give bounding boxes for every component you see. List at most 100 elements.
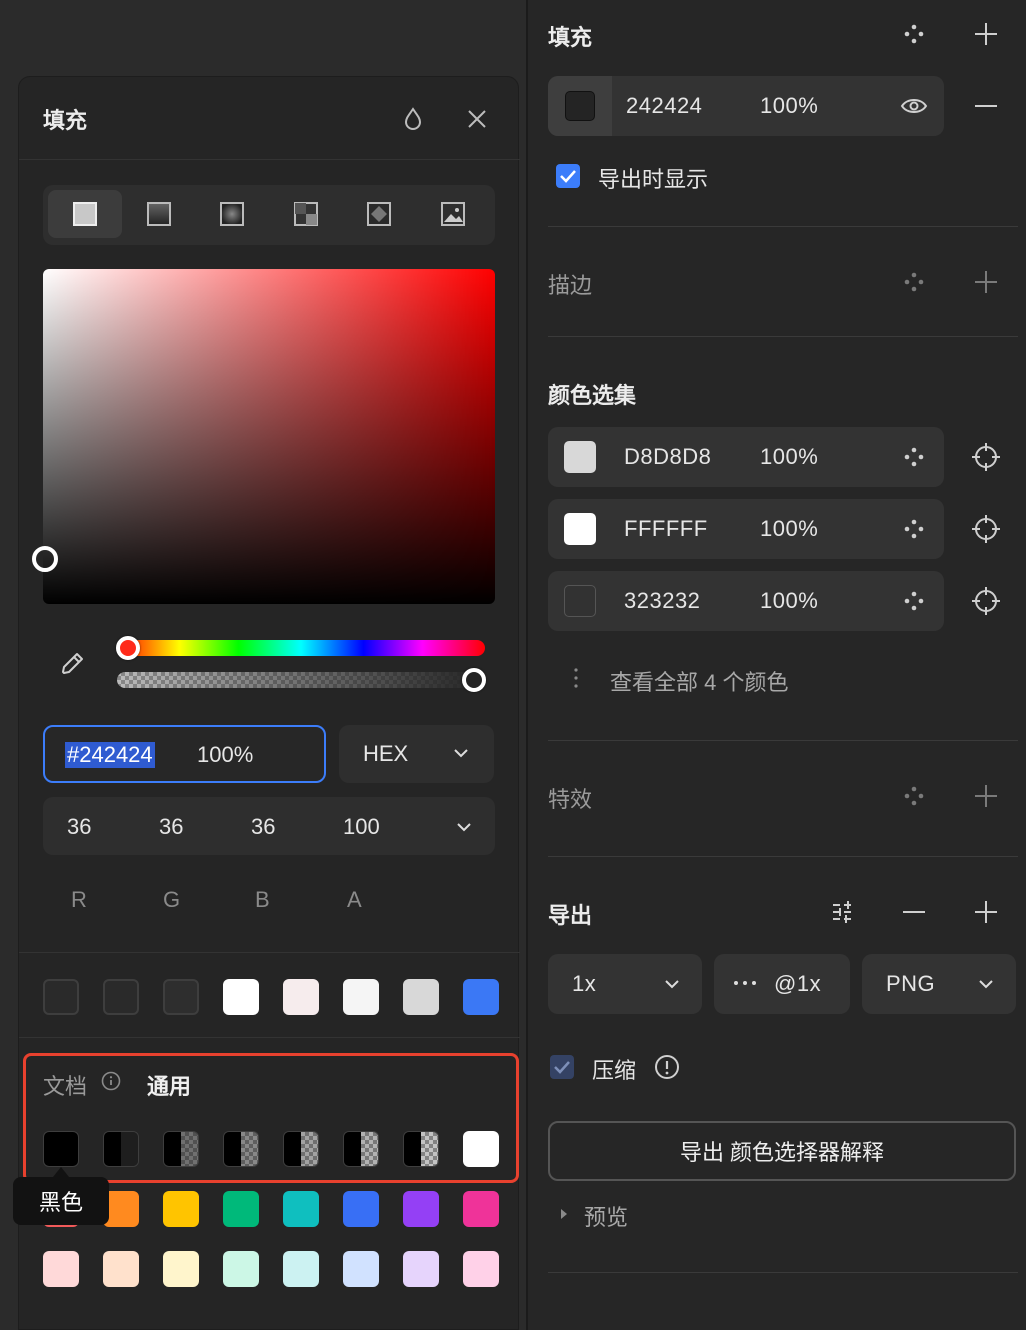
recent-color-swatch[interactable] xyxy=(343,979,379,1015)
selection-color-row[interactable]: FFFFFF 100% xyxy=(548,499,944,559)
fill-row[interactable]: 242424 100% xyxy=(548,76,944,136)
color-swatch[interactable] xyxy=(564,513,596,545)
more-horizontal-icon[interactable] xyxy=(732,976,758,995)
library-swatch[interactable] xyxy=(403,1191,439,1227)
library-swatch[interactable] xyxy=(163,1191,199,1227)
blend-mode-icon[interactable] xyxy=(399,105,427,133)
caret-right-icon[interactable] xyxy=(558,1206,570,1227)
export-scale-select[interactable]: 1x xyxy=(548,954,702,1014)
library-swatch[interactable] xyxy=(223,1251,259,1287)
recent-color-swatch[interactable] xyxy=(223,979,259,1015)
library-swatch[interactable] xyxy=(43,1251,79,1287)
hue-slider-thumb[interactable] xyxy=(116,636,140,660)
style-grid-icon[interactable] xyxy=(898,266,930,298)
library-swatch[interactable] xyxy=(283,1251,319,1287)
library-swatch[interactable] xyxy=(163,1131,199,1167)
color-hex[interactable]: D8D8D8 xyxy=(624,444,711,470)
library-swatch[interactable] xyxy=(463,1191,499,1227)
eye-icon[interactable] xyxy=(898,90,930,122)
add-stroke-icon[interactable] xyxy=(970,266,1002,298)
library-swatch[interactable] xyxy=(403,1131,439,1167)
chevron-down-icon[interactable] xyxy=(454,817,474,842)
rgba-inputs[interactable]: 36 36 36 100 xyxy=(43,797,495,855)
export-visible-checkbox[interactable] xyxy=(556,164,580,188)
library-swatch[interactable] xyxy=(343,1191,379,1227)
color-opacity[interactable]: 100% xyxy=(760,588,818,614)
color-hex[interactable]: 323232 xyxy=(624,588,700,614)
eyedropper-icon[interactable] xyxy=(57,649,87,679)
preview-toggle[interactable]: 预览 xyxy=(584,1200,628,1232)
library-swatch-white[interactable] xyxy=(463,1131,499,1167)
color-swatch[interactable] xyxy=(564,441,596,473)
selection-color-row[interactable]: D8D8D8 100% xyxy=(548,427,944,487)
remove-export-icon[interactable] xyxy=(898,896,930,928)
color-opacity[interactable]: 100% xyxy=(760,516,818,542)
recent-color-swatch[interactable] xyxy=(463,979,499,1015)
hex-input[interactable]: #242424 100% xyxy=(43,725,326,783)
fill-opacity[interactable]: 100% xyxy=(760,93,818,119)
target-icon[interactable] xyxy=(970,585,1002,617)
add-fill-icon[interactable] xyxy=(970,18,1002,50)
library-swatch[interactable] xyxy=(103,1251,139,1287)
style-grid-icon[interactable] xyxy=(898,780,930,812)
library-swatch[interactable] xyxy=(103,1131,139,1167)
settings-sliders-icon[interactable] xyxy=(828,896,860,928)
library-swatch[interactable] xyxy=(223,1191,259,1227)
add-effect-icon[interactable] xyxy=(970,780,1002,812)
info-icon[interactable] xyxy=(101,1071,121,1096)
style-grid-icon[interactable] xyxy=(898,513,930,545)
export-suffix-input[interactable]: @1x xyxy=(714,954,850,1014)
color-format-select[interactable]: HEX xyxy=(339,725,494,783)
library-swatch[interactable] xyxy=(403,1251,439,1287)
recent-color-swatch[interactable] xyxy=(163,979,199,1015)
solid-fill-icon[interactable] xyxy=(48,190,122,238)
fill-swatch[interactable] xyxy=(565,91,595,121)
saturation-value-area[interactable] xyxy=(43,269,495,604)
recent-color-swatch[interactable] xyxy=(103,979,139,1015)
tab-general[interactable]: 通用 xyxy=(147,1069,191,1101)
tab-document[interactable]: 文档 xyxy=(43,1069,87,1101)
compress-checkbox[interactable] xyxy=(550,1055,574,1079)
library-swatch[interactable] xyxy=(343,1251,379,1287)
alpha-value[interactable]: 100 xyxy=(343,814,380,840)
style-grid-icon[interactable] xyxy=(898,441,930,473)
close-icon[interactable] xyxy=(463,105,491,133)
library-swatch[interactable] xyxy=(463,1251,499,1287)
color-opacity[interactable]: 100% xyxy=(760,444,818,470)
target-icon[interactable] xyxy=(970,513,1002,545)
style-grid-icon[interactable] xyxy=(898,585,930,617)
linear-gradient-icon[interactable] xyxy=(122,190,196,238)
library-swatch[interactable] xyxy=(343,1131,379,1167)
export-button[interactable]: 导出 颜色选择器解释 xyxy=(548,1121,1016,1181)
selection-color-row[interactable]: 323232 100% xyxy=(548,571,944,631)
recent-color-swatch[interactable] xyxy=(43,979,79,1015)
style-grid-icon[interactable] xyxy=(898,18,930,50)
view-all-colors-link[interactable]: 查看全部 4 个颜色 xyxy=(610,665,788,697)
green-value[interactable]: 36 xyxy=(159,814,183,840)
alpha-slider[interactable] xyxy=(117,672,485,688)
library-swatch[interactable] xyxy=(223,1131,259,1167)
radial-gradient-icon[interactable] xyxy=(195,190,269,238)
recent-color-swatch[interactable] xyxy=(403,979,439,1015)
color-swatch[interactable] xyxy=(564,585,596,617)
blue-value[interactable]: 36 xyxy=(251,814,275,840)
recent-color-swatch[interactable] xyxy=(283,979,319,1015)
alert-icon[interactable] xyxy=(654,1054,680,1085)
library-swatch[interactable] xyxy=(163,1251,199,1287)
remove-fill-icon[interactable] xyxy=(970,90,1002,122)
alpha-slider-thumb[interactable] xyxy=(462,668,486,692)
image-fill-icon[interactable] xyxy=(416,190,490,238)
hue-slider[interactable] xyxy=(117,640,485,656)
color-hex[interactable]: FFFFFF xyxy=(624,516,708,542)
diamond-gradient-icon[interactable] xyxy=(342,190,416,238)
library-swatch[interactable] xyxy=(283,1131,319,1167)
fill-hex[interactable]: 242424 xyxy=(626,93,702,119)
target-icon[interactable] xyxy=(970,441,1002,473)
library-swatch[interactable] xyxy=(283,1191,319,1227)
sv-handle[interactable] xyxy=(32,546,58,572)
add-export-icon[interactable] xyxy=(970,896,1002,928)
library-swatch-black[interactable] xyxy=(43,1131,79,1167)
export-format-select[interactable]: PNG xyxy=(862,954,1016,1014)
red-value[interactable]: 36 xyxy=(67,814,91,840)
angular-gradient-icon[interactable] xyxy=(269,190,343,238)
